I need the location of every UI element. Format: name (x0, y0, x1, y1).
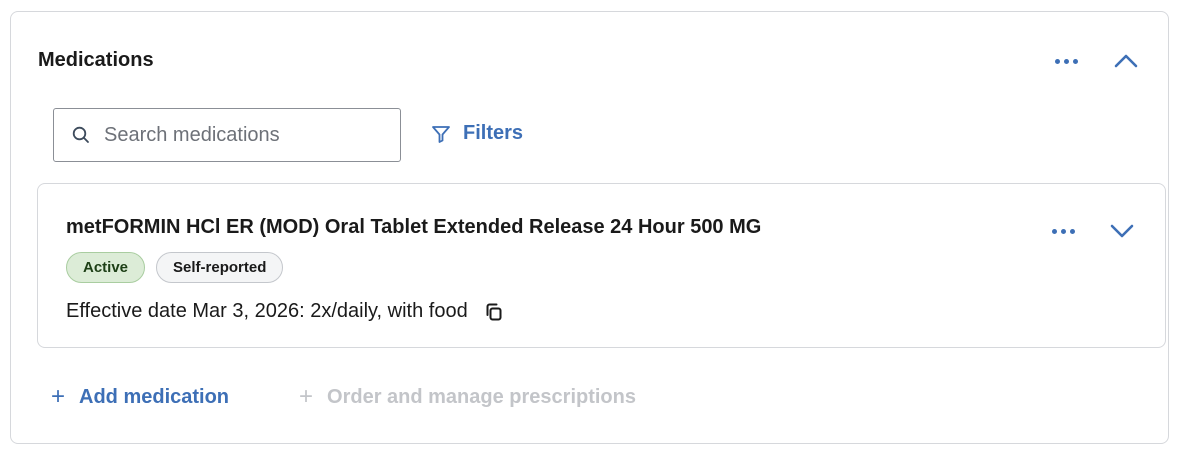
search-field[interactable] (53, 108, 401, 162)
status-badges: Active Self-reported (66, 252, 284, 283)
medication-more-button[interactable] (1046, 216, 1080, 246)
copy-icon[interactable] (484, 302, 504, 322)
panel-collapse-button[interactable] (1109, 46, 1143, 76)
add-medication-button[interactable]: + Add medication (51, 385, 229, 409)
more-horizontal-icon (1054, 58, 1078, 64)
panel-more-button[interactable] (1049, 46, 1083, 76)
medications-panel: Medications Filters metFORMIN HCl ER (MO… (10, 11, 1169, 444)
chevron-down-icon (1110, 224, 1134, 238)
more-horizontal-icon (1051, 228, 1075, 234)
plus-icon: + (51, 383, 66, 410)
medication-expand-button[interactable] (1105, 216, 1139, 246)
status-badge-active: Active (66, 252, 146, 283)
status-badge-self-reported: Self-reported (156, 252, 284, 283)
medication-detail: Effective date Mar 3, 2026: 2x/daily, wi… (66, 300, 504, 323)
filter-icon (432, 125, 450, 143)
medication-name: metFORMIN HCl ER (MOD) Oral Tablet Exten… (66, 216, 762, 238)
panel-title: Medications (38, 49, 154, 71)
order-prescriptions-button: + Order and manage prescriptions (299, 385, 636, 409)
order-prescriptions-label: Order and manage prescriptions (327, 385, 636, 408)
plus-icon: + (299, 383, 314, 410)
filters-button[interactable]: Filters (431, 122, 523, 145)
chevron-up-icon (1114, 54, 1138, 68)
medication-card[interactable]: metFORMIN HCl ER (MOD) Oral Tablet Exten… (37, 183, 1166, 348)
search-icon (72, 126, 89, 143)
medication-detail-text: Effective date Mar 3, 2026: 2x/daily, wi… (66, 300, 468, 322)
search-input[interactable] (104, 123, 384, 147)
add-medication-label: Add medication (79, 385, 230, 408)
filters-label: Filters (463, 122, 524, 144)
